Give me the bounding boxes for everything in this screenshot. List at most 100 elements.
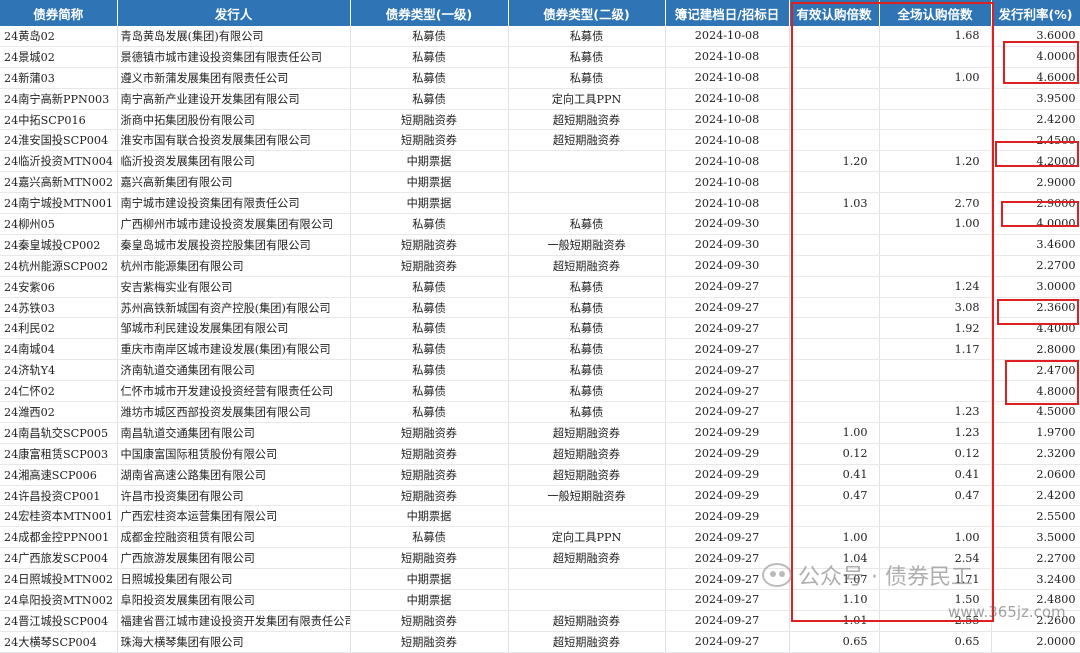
cell-bond-type-level1[interactable]: 中期票据 [350, 192, 509, 215]
cell-issue-rate[interactable]: 4.0000 [991, 46, 1080, 68]
cell-issuer[interactable]: 阜阳投资发展集团有限公司 [117, 589, 351, 611]
cell-total-subscription-multiple[interactable] [879, 171, 992, 194]
cell-bookbuilding-date[interactable]: 2024-09-30 [665, 213, 790, 235]
table-row[interactable]: 24临沂投资MTN004 临沂投资发展集团有限公司 中期票据 2024-10-08 1.… [0, 150, 1080, 173]
table-row[interactable]: 24湘高速SCP006 湖南省高速公路集团有限公司 短期融资券 超短期融资券 2024-… [0, 464, 1080, 486]
cell-valid-subscription-multiple[interactable]: 0.41 [789, 464, 880, 486]
cell-issuer[interactable]: 广西旅游发展集团有限公司 [117, 547, 351, 570]
cell-issuer[interactable]: 秦皇岛城市发展投资控股集团有限公司 [117, 234, 351, 256]
cell-bond-type-level2[interactable]: 私募债 [508, 380, 666, 403]
cell-issue-rate[interactable]: 2.0600 [991, 464, 1080, 486]
cell-bond-short-name[interactable]: 24成都金控PPN001 [0, 526, 118, 549]
cell-issue-rate[interactable]: 4.2000 [991, 150, 1080, 173]
cell-issuer[interactable]: 广西宏桂资本运营集团有限公司 [117, 505, 351, 528]
cell-issuer[interactable]: 淮安市国有联合投资发展集团有限公司 [117, 129, 351, 152]
header-issuer[interactable]: 发行人 [117, 0, 351, 26]
table-row[interactable]: 24安紫06 安吉紫梅实业有限公司 私募债 私募债 2024-09-27 1.24 3.00… [0, 276, 1080, 298]
cell-bond-type-level1[interactable]: 中期票据 [350, 568, 509, 591]
cell-issuer[interactable]: 安吉紫梅实业有限公司 [117, 276, 351, 298]
cell-bond-short-name[interactable]: 24临沂投资MTN004 [0, 150, 118, 173]
table-row[interactable]: 24南城04 重庆市南岸区城市建设发展(集团)有限公司 私募债 私募债 2024-09-… [0, 338, 1080, 361]
cell-total-subscription-multiple[interactable]: 1.23 [879, 422, 992, 444]
cell-bond-type-level2[interactable]: 超短期融资券 [508, 129, 666, 152]
cell-issuer[interactable]: 杭州市能源集团有限公司 [117, 255, 351, 277]
cell-bookbuilding-date[interactable]: 2024-10-08 [665, 26, 790, 47]
cell-valid-subscription-multiple[interactable]: 1.00 [789, 526, 880, 549]
cell-total-subscription-multiple[interactable] [879, 46, 992, 68]
table-row[interactable]: 24南昌轨交SCP005 南昌轨道交通集团有限公司 短期融资券 超短期融资券 2024-… [0, 422, 1080, 444]
table-row[interactable]: 24宏桂资本MTN001 广西宏桂资本运营集团有限公司 中期票据 2024-09-29… [0, 505, 1080, 528]
cell-bookbuilding-date[interactable]: 2024-09-29 [665, 422, 790, 444]
cell-issuer[interactable]: 南宁高新产业建设开发集团有限公司 [117, 88, 351, 110]
cell-valid-subscription-multiple[interactable] [789, 46, 880, 68]
cell-bond-short-name[interactable]: 24南城04 [0, 338, 118, 361]
cell-bond-type-level2[interactable]: 私募债 [508, 359, 666, 382]
cell-bond-type-level2[interactable]: 超短期融资券 [508, 464, 666, 486]
cell-issue-rate[interactable]: 3.9500 [991, 88, 1080, 110]
cell-bond-short-name[interactable]: 24潍西02 [0, 401, 118, 423]
cell-bond-type-level1[interactable]: 短期融资券 [350, 547, 509, 570]
cell-bookbuilding-date[interactable]: 2024-10-08 [665, 46, 790, 68]
cell-valid-subscription-multiple[interactable] [789, 505, 880, 528]
cell-issuer[interactable]: 潍坊市城区西部投资发展集团有限公司 [117, 401, 351, 423]
table-row[interactable]: 24秦皇城投CP002 秦皇岛城市发展投资控股集团有限公司 短期融资券 一般短期融资券… [0, 234, 1080, 256]
cell-bond-type-level1[interactable]: 短期融资券 [350, 422, 509, 444]
table-row[interactable]: 24黄岛02 青岛黄岛发展(集团)有限公司 私募债 私募债 2024-10-08 1.68… [0, 26, 1080, 47]
cell-issue-rate[interactable]: 2.5500 [991, 505, 1080, 528]
cell-bond-type-level1[interactable]: 私募债 [350, 380, 509, 403]
table-row[interactable]: 24成都金控PPN001 成都金控融资租赁有限公司 私募债 定向工具PPN 2024-0… [0, 526, 1080, 549]
cell-bond-type-level1[interactable]: 私募债 [350, 401, 509, 423]
cell-bond-type-level2[interactable]: 一般短期融资券 [508, 234, 666, 256]
cell-issuer[interactable]: 成都金控融资租赁有限公司 [117, 526, 351, 549]
cell-total-subscription-multiple[interactable]: 1.23 [879, 401, 992, 423]
cell-bond-type-level1[interactable]: 短期融资券 [350, 485, 509, 507]
cell-bond-type-level1[interactable]: 私募债 [350, 46, 509, 68]
cell-bond-type-level2[interactable]: 超短期融资券 [508, 255, 666, 277]
cell-total-subscription-multiple[interactable]: 1.00 [879, 67, 992, 89]
cell-bond-type-level2[interactable] [508, 568, 666, 591]
cell-bond-type-level2[interactable] [508, 589, 666, 611]
cell-bond-short-name[interactable]: 24南昌轨交SCP005 [0, 422, 118, 444]
cell-bond-type-level1[interactable]: 短期融资券 [350, 109, 509, 131]
cell-issue-rate[interactable]: 2.2700 [991, 255, 1080, 277]
cell-issuer[interactable]: 邹城市利民建设发展集团有限公司 [117, 317, 351, 340]
cell-issuer[interactable]: 景德镇市城市建设投资集团有限责任公司 [117, 46, 351, 68]
cell-issue-rate[interactable]: 2.4200 [991, 485, 1080, 507]
cell-bond-short-name[interactable]: 24济轨Y4 [0, 359, 118, 382]
table-row[interactable]: 24淮安国投SCP004 淮安市国有联合投资发展集团有限公司 短期融资券 超短期融资券… [0, 129, 1080, 152]
cell-valid-subscription-multiple[interactable] [789, 297, 880, 319]
cell-bookbuilding-date[interactable]: 2024-10-08 [665, 109, 790, 131]
cell-bond-type-level2[interactable]: 超短期融资券 [508, 422, 666, 444]
cell-total-subscription-multiple[interactable]: 2.70 [879, 192, 992, 215]
cell-total-subscription-multiple[interactable] [879, 380, 992, 403]
header-bond-short-name[interactable]: 债券简称 [0, 0, 118, 26]
cell-bond-short-name[interactable]: 24新蒲03 [0, 67, 118, 89]
cell-total-subscription-multiple[interactable]: 3.08 [879, 297, 992, 319]
cell-bond-short-name[interactable]: 24柳州05 [0, 213, 118, 235]
cell-bond-type-level1[interactable]: 短期融资券 [350, 255, 509, 277]
cell-bookbuilding-date[interactable]: 2024-09-27 [665, 297, 790, 319]
cell-valid-subscription-multiple[interactable] [789, 213, 880, 235]
cell-bond-short-name[interactable]: 24中拓SCP016 [0, 109, 118, 131]
cell-issuer[interactable]: 福建省晋江城市建设投资开发集团有限责任公司 [117, 610, 351, 632]
cell-bond-type-level2[interactable] [508, 150, 666, 173]
cell-bond-type-level2[interactable]: 私募债 [508, 338, 666, 361]
cell-total-subscription-multiple[interactable]: 1.20 [879, 150, 992, 173]
cell-valid-subscription-multiple[interactable]: 1.03 [789, 192, 880, 215]
cell-bookbuilding-date[interactable]: 2024-09-30 [665, 255, 790, 277]
cell-valid-subscription-multiple[interactable] [789, 234, 880, 256]
cell-bond-short-name[interactable]: 24秦皇城投CP002 [0, 234, 118, 256]
cell-bond-type-level2[interactable]: 私募债 [508, 213, 666, 235]
cell-bond-short-name[interactable]: 24嘉兴高新MTN002 [0, 171, 118, 194]
cell-total-subscription-multiple[interactable]: 0.12 [879, 443, 992, 465]
cell-bond-type-level1[interactable]: 短期融资券 [350, 631, 509, 653]
cell-bond-type-level1[interactable]: 中期票据 [350, 589, 509, 611]
cell-issuer[interactable]: 许昌市投资集团有限公司 [117, 485, 351, 507]
cell-issuer[interactable]: 日照城投集团有限公司 [117, 568, 351, 591]
cell-bond-short-name[interactable]: 24宏桂资本MTN001 [0, 505, 118, 528]
table-row[interactable]: 24晋江城投SCP004 福建省晋江城市建设投资开发集团有限责任公司 短期融资券 超短… [0, 610, 1080, 632]
cell-issue-rate[interactable]: 4.0000 [991, 213, 1080, 235]
cell-valid-subscription-multiple[interactable] [789, 129, 880, 152]
table-row[interactable]: 24康富租赁SCP003 中国康富国际租赁股份有限公司 短期融资券 超短期融资券 202… [0, 443, 1080, 465]
cell-issue-rate[interactable]: 2.4500 [991, 129, 1080, 152]
